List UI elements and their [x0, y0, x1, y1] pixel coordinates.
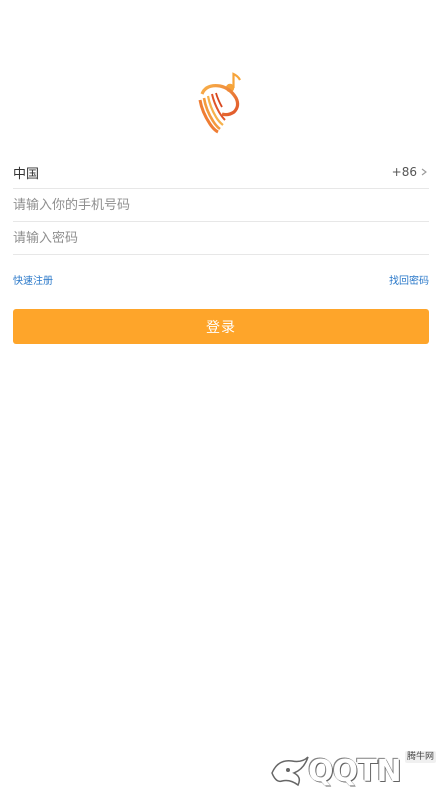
- watermark: QQTN 腾牛网: [268, 751, 438, 791]
- password-field-row: [13, 222, 429, 255]
- country-label: 中国: [13, 166, 40, 182]
- country-code: +86: [391, 165, 417, 179]
- quick-register-link[interactable]: 快速注册: [13, 272, 53, 287]
- app-logo-icon: [198, 72, 241, 134]
- forgot-password-link[interactable]: 找回密码: [389, 272, 429, 287]
- phone-input[interactable]: [13, 189, 429, 221]
- watermark-bird-icon: [271, 756, 309, 787]
- country-selector[interactable]: 中国 +86: [13, 156, 429, 189]
- country-code-button[interactable]: +86: [392, 165, 429, 179]
- watermark-brand: QQTN: [308, 754, 402, 789]
- chevron-right-icon: [421, 168, 427, 176]
- phone-field-row: [13, 189, 429, 222]
- password-input[interactable]: [13, 222, 429, 254]
- login-button[interactable]: 登录: [13, 309, 429, 344]
- watermark-small-text: 腾牛网: [404, 751, 436, 763]
